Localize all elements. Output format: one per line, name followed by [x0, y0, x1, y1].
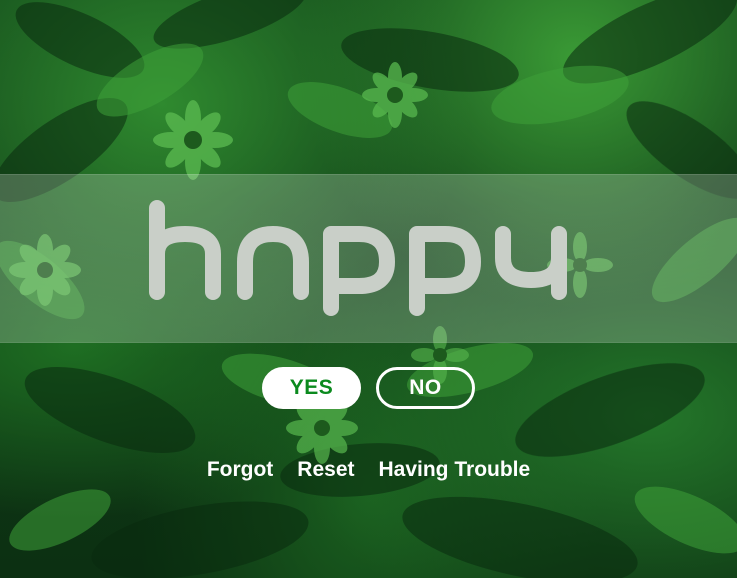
reset-link[interactable]: Reset — [297, 458, 354, 482]
forgot-link[interactable]: Forgot — [207, 458, 273, 482]
happy-wordmark-logo — [0, 174, 737, 343]
logo-band — [0, 174, 737, 343]
yes-no-button-group: YES NO — [0, 367, 737, 409]
yes-button[interactable]: YES — [262, 367, 361, 409]
no-button[interactable]: NO — [376, 367, 475, 409]
having-trouble-link[interactable]: Having Trouble — [379, 458, 531, 482]
help-links: Forgot Reset Having Trouble — [0, 458, 737, 482]
happy-logo-icon — [148, 199, 567, 316]
